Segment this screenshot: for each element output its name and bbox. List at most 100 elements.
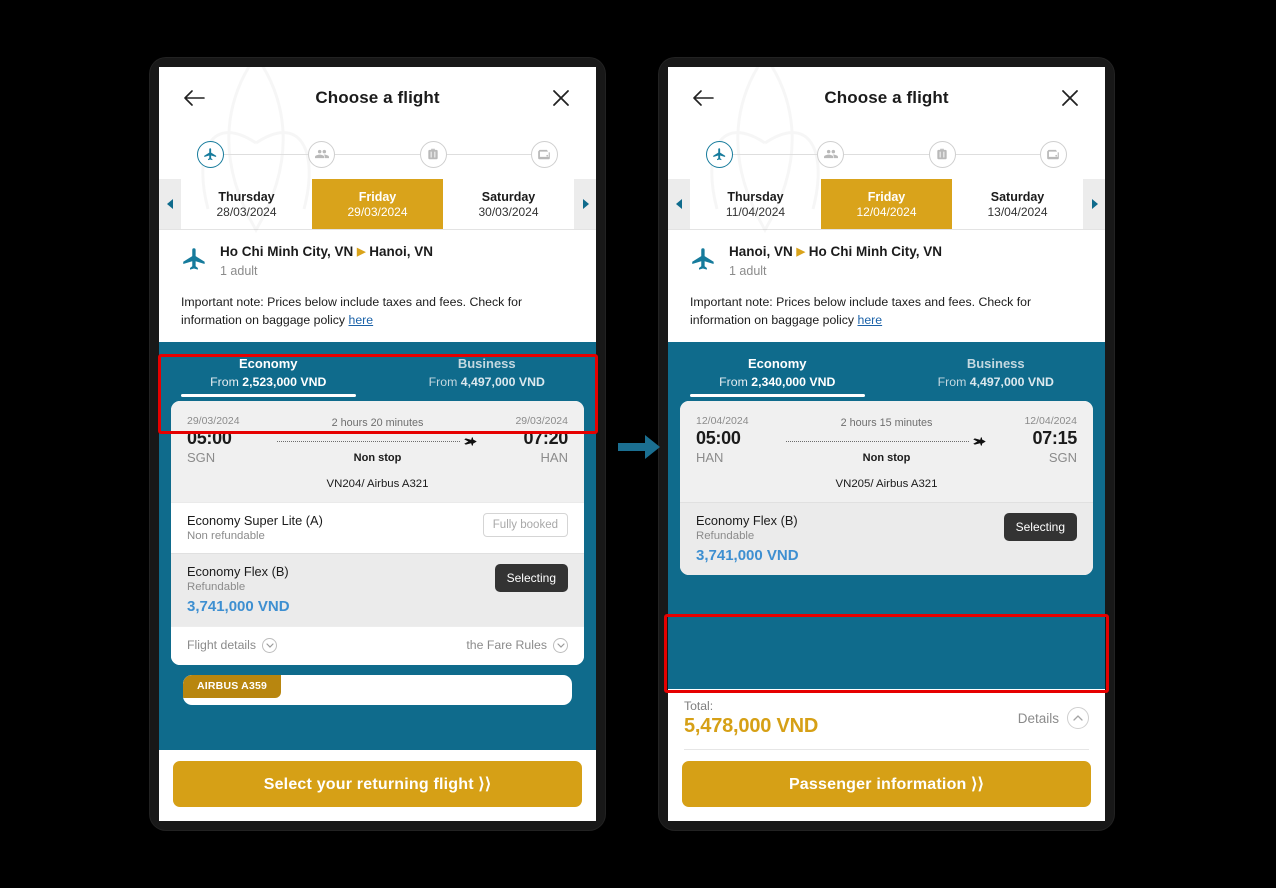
date-cell-friday-selected[interactable]: Friday 12/04/2024 — [821, 179, 952, 229]
flight-card: 29/03/2024 05:00 SGN 2 hours 20 minutes — [171, 400, 584, 665]
payment-icon — [538, 149, 551, 160]
back-arrow-icon[interactable] — [179, 83, 209, 113]
flight-card-footer: Flight details the Fare Rules — [171, 625, 584, 665]
baggage-policy-link[interactable]: here — [349, 313, 374, 327]
cabin-tab-label: Economy — [238, 355, 298, 371]
details-toggle[interactable]: Details — [1018, 707, 1089, 729]
date-cell-friday-selected[interactable]: Friday 29/03/2024 — [312, 179, 443, 229]
baggage-icon — [937, 148, 947, 160]
step-flight[interactable] — [706, 140, 733, 168]
step-flight[interactable] — [197, 140, 224, 168]
stepper-connector — [844, 153, 929, 155]
fare-name: Economy Flex (B) — [696, 512, 798, 528]
fare-rules-toggle[interactable]: the Fare Rules — [466, 637, 568, 653]
date-strip: Thursday 28/03/2024 Friday 29/03/2024 Sa… — [159, 179, 596, 230]
cabin-tab-business[interactable]: Business From 4,497,000 VND — [887, 356, 1106, 401]
route-dash-line — [277, 440, 460, 442]
app-header: Choose a flight — [159, 67, 596, 129]
back-arrow-icon[interactable] — [688, 83, 718, 113]
booking-stepper — [668, 129, 1105, 179]
duration-block: 2 hours 20 minutes Non stop — [271, 415, 484, 464]
step-baggage[interactable] — [928, 140, 956, 168]
departure-time: 05:00 — [696, 427, 741, 448]
arrival-airport: SGN — [1048, 449, 1077, 465]
total-summary: Total: 5,478,000 VND Details — [668, 689, 1105, 750]
plane-icon — [972, 434, 987, 449]
chevron-left-icon — [166, 199, 173, 209]
close-icon[interactable] — [546, 83, 576, 113]
date-strip: Thursday 11/04/2024 Friday 12/04/2024 Sa… — [668, 179, 1105, 230]
date-cell-thursday[interactable]: Thursday 28/03/2024 — [181, 179, 312, 229]
bottom-action-bar: Passenger information ⟩⟩ — [668, 750, 1105, 821]
from-label: From — [428, 374, 461, 389]
passengers-icon — [823, 149, 838, 159]
route-origin: Hanoi, VN — [729, 244, 793, 259]
details-label: Details — [1017, 710, 1059, 726]
passenger-information-button[interactable]: Passenger information ⟩⟩ — [682, 761, 1091, 807]
plane-icon — [463, 434, 478, 449]
date-next-button[interactable] — [574, 179, 596, 229]
fare-area: Economy From 2,523,000 VND Business From… — [159, 341, 597, 750]
cabin-tab-business[interactable]: Business From 4,497,000 VND — [378, 356, 597, 401]
total-amount: 5,478,000 VND — [684, 715, 819, 737]
flight-card-list: 12/04/2024 05:00 HAN 2 hours 15 minutes — [668, 400, 1105, 689]
baggage-policy-link[interactable]: here — [858, 313, 883, 327]
date-cell-thursday[interactable]: Thursday 11/04/2024 — [690, 179, 821, 229]
step-baggage[interactable] — [419, 140, 447, 168]
departure-airport: SGN — [187, 449, 216, 465]
flight-duration: 2 hours 15 minutes — [840, 416, 933, 429]
fare-row-economy-flex[interactable]: Economy Flex (B) Refundable 3,741,000 VN… — [680, 501, 1093, 575]
departure-date: 29/03/2024 — [187, 414, 240, 427]
screenshot-canvas: Choose a flight Thursday 28/03/2024 Frid… — [0, 0, 1276, 888]
flight-details-toggle[interactable]: Flight details — [187, 637, 278, 653]
selecting-button[interactable]: Selecting — [1003, 512, 1077, 541]
stepper-connector — [224, 153, 309, 155]
fare-name: Economy Flex (B) — [187, 563, 289, 579]
bottom-action-bar: Select your returning flight ⟩⟩ — [159, 750, 596, 821]
route-title: Ho Chi Minh City, VN ▶ Hanoi, VN — [220, 244, 433, 261]
stepper-connector — [955, 153, 1040, 155]
page-title: Choose a flight — [824, 88, 949, 107]
departure-block: 29/03/2024 05:00 SGN — [187, 415, 271, 465]
step-payment[interactable] — [530, 140, 558, 168]
plane-icon — [183, 248, 205, 270]
close-icon[interactable] — [1055, 83, 1085, 113]
departure-date: 12/04/2024 — [696, 414, 749, 427]
date-dow: Thursday — [727, 189, 784, 204]
flight-itinerary: 29/03/2024 05:00 SGN 2 hours 20 minutes — [171, 400, 584, 502]
date-dow: Friday — [867, 189, 906, 204]
date-prev-button[interactable] — [668, 179, 690, 229]
cabin-tab-economy[interactable]: Economy From 2,523,000 VND — [159, 356, 378, 401]
date-next-button[interactable] — [1083, 179, 1105, 229]
step-payment[interactable] — [1039, 140, 1067, 168]
arrival-time: 07:15 — [1032, 427, 1077, 448]
departure-time: 05:00 — [187, 427, 232, 448]
chevron-right-icon — [582, 199, 589, 209]
date-cell-saturday[interactable]: Saturday 30/03/2024 — [443, 179, 574, 229]
date-dow: Thursday — [218, 189, 275, 204]
step-passengers[interactable] — [817, 140, 845, 168]
stops-label: Non stop — [862, 451, 911, 464]
fare-row-economy-flex[interactable]: Economy Flex (B) Refundable 3,741,000 VN… — [171, 552, 584, 626]
from-price: 4,497,000 VND — [460, 374, 545, 389]
cabin-tab-economy[interactable]: Economy From 2,340,000 VND — [668, 356, 887, 401]
cabin-tab-price: From 4,497,000 VND — [891, 375, 1102, 389]
step-passengers[interactable] — [308, 140, 336, 168]
date-prev-button[interactable] — [159, 179, 181, 229]
date-dow: Friday — [358, 189, 397, 204]
next-flight-card-peek[interactable]: AIRBUS A359 — [183, 674, 572, 705]
plane-icon — [204, 147, 217, 160]
date-value: 29/03/2024 — [347, 204, 408, 219]
arrival-block: 12/04/2024 07:15 SGN — [993, 415, 1077, 465]
departure-airport: HAN — [696, 449, 724, 465]
fare-row-super-lite[interactable]: Economy Super Lite (A) Non refundable Fu… — [171, 501, 584, 553]
select-returning-flight-button[interactable]: Select your returning flight ⟩⟩ — [173, 761, 582, 807]
cabin-tab-price: From 2,523,000 VND — [163, 375, 374, 389]
chevron-left-icon — [675, 199, 682, 209]
date-cell-saturday[interactable]: Saturday 13/04/2024 — [952, 179, 1083, 229]
chevron-down-circle-icon — [262, 637, 278, 653]
date-value: 30/03/2024 — [478, 204, 539, 219]
selecting-button[interactable]: Selecting — [494, 563, 568, 592]
stepper-connector — [446, 153, 531, 155]
passenger-count: 1 adult — [220, 263, 258, 278]
